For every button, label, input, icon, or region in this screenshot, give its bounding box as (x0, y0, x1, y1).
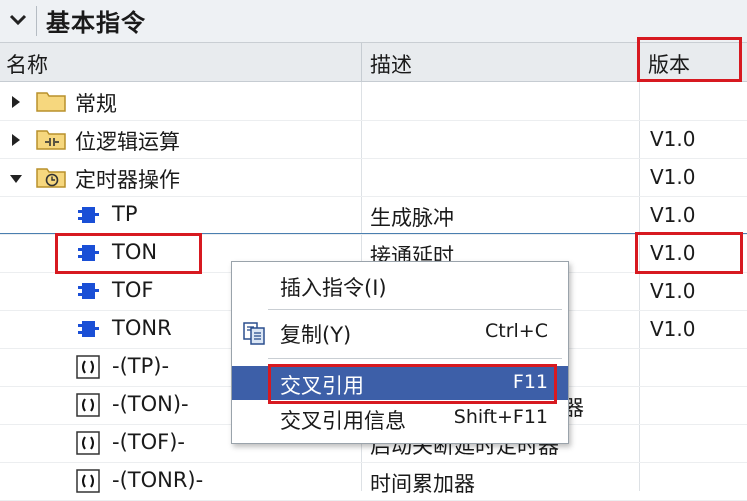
function-block-icon (78, 283, 99, 299)
column-header-name[interactable]: 名称 (6, 49, 48, 79)
coil-icon (76, 431, 100, 455)
folder-timer-icon (36, 168, 66, 188)
tree-item-label: TP (112, 202, 138, 226)
version-cell: V1.0 (650, 127, 696, 151)
panel-title: 基本指令 (46, 9, 146, 37)
annotation-box-version-header (637, 37, 742, 82)
copy-icon (243, 322, 265, 345)
tree-row-coil-tonr[interactable]: -(TONR)- 时间累加器 (0, 463, 747, 501)
coil-icon (76, 355, 100, 379)
menu-separator (268, 309, 562, 310)
version-cell: V1.0 (650, 317, 696, 341)
annotation-box-cross-reference (268, 364, 557, 404)
tree-row-general[interactable]: 常规 (0, 83, 747, 121)
tree-row-timer-operations[interactable]: 定时器操作 V1.0 (0, 159, 747, 197)
column-divider[interactable] (361, 43, 362, 81)
version-cell: V1.0 (650, 165, 696, 189)
menu-item-insert-instruction[interactable]: 插入指令(I) (232, 268, 568, 302)
tree-item-label: -(TP)- (112, 354, 170, 378)
context-menu: 插入指令(I) 复制(Y) Ctrl+C 交叉引用 F11 交叉引用信息 Shi… (231, 261, 569, 444)
expand-arrow-icon[interactable] (12, 134, 20, 146)
menu-separator (268, 358, 562, 359)
version-cell: V1.0 (650, 279, 696, 303)
folder-icon (36, 92, 66, 112)
annotation-box-ton-version (635, 232, 743, 274)
tree-row-bit-logic[interactable]: 位逻辑运算 V1.0 (0, 121, 747, 159)
panel-header: 基本指令 (0, 0, 747, 43)
annotation-box-ton (55, 233, 202, 274)
expand-arrow-icon[interactable] (12, 96, 20, 108)
tree-item-label: 位逻辑运算 (75, 130, 180, 154)
column-header-bar: 名称 描述 版本 (0, 43, 747, 82)
tree-item-label: TOF (112, 278, 154, 302)
tree-row-tp[interactable]: TP 生成脉冲 V1.0 (0, 197, 747, 235)
description-cell: 时间累加器 (370, 472, 475, 496)
menu-item-cross-reference-info[interactable]: 交叉引用信息 Shift+F11 (232, 401, 568, 435)
function-block-icon (78, 207, 99, 223)
collapse-arrow-icon[interactable] (10, 175, 22, 183)
tree-item-label: TONR (112, 316, 172, 340)
tree-item-label: -(TON)- (112, 392, 189, 416)
chevron-down-icon[interactable] (8, 10, 28, 30)
folder-bit-logic-icon (36, 130, 66, 150)
description-cell: 生成脉冲 (370, 206, 454, 230)
tree-item-label: 定时器操作 (75, 168, 180, 192)
version-cell: V1.0 (650, 203, 696, 227)
header-divider (36, 6, 37, 36)
tree-item-label: -(TONR)- (112, 468, 204, 492)
coil-icon (76, 393, 100, 417)
menu-item-copy[interactable]: 复制(Y) Ctrl+C (232, 315, 568, 349)
function-block-icon (78, 321, 99, 337)
tree-item-label: 常规 (75, 92, 117, 116)
coil-icon (76, 469, 100, 493)
tree-item-label: -(TOF)- (112, 430, 185, 454)
column-header-description[interactable]: 描述 (370, 49, 412, 79)
